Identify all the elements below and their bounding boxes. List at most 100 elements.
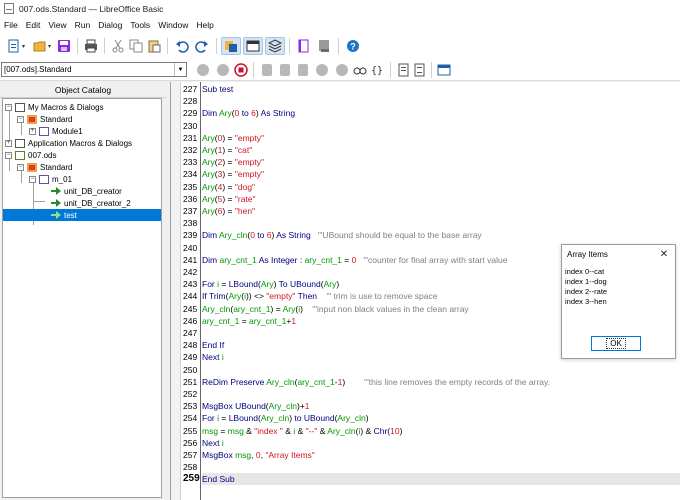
step-over-icon[interactable] [280, 63, 290, 76]
code-token: ary_cnt_1 [297, 376, 335, 387]
tree-item-unit-db-creator-2[interactable]: unit_DB_creator_2 [51, 197, 131, 209]
tree-expander[interactable]: − [5, 151, 12, 159]
code-token: ) & [360, 425, 374, 436]
code-token: Then [295, 291, 318, 302]
code-token: '"UBound should be equal to the base arr… [310, 230, 482, 241]
menu-file[interactable]: File [0, 20, 22, 30]
menu-dialog[interactable]: Dialog [94, 20, 126, 30]
code-line[interactable]: End If [202, 339, 224, 351]
library-select[interactable]: [007.ods].Standard ▼ [1, 62, 187, 77]
code-line[interactable]: ary_cnt_1 = ary_cnt_1+1 [202, 315, 296, 327]
tree-expander[interactable]: + [29, 127, 36, 135]
object-catalog-button[interactable] [221, 37, 241, 55]
menu-help[interactable]: Help [192, 20, 217, 30]
code-line[interactable]: msg = msg & "index " & i & "--" & Ary_cl… [202, 425, 402, 437]
select-module-button[interactable] [314, 37, 334, 55]
insert-dialog-button[interactable] [436, 61, 452, 79]
toolbar-separator [77, 38, 78, 54]
code-line[interactable]: Sub test [202, 83, 233, 95]
export-basic-button[interactable] [411, 61, 427, 79]
code-line[interactable]: For i = LBound(Ary) To UBound(Ary) [202, 278, 339, 290]
help-button[interactable]: ? [343, 37, 363, 55]
code-line[interactable]: Next i [202, 437, 224, 449]
enable-watch-button[interactable] [352, 61, 368, 79]
tree-item-unit-db-creator[interactable]: unit_DB_creator [51, 185, 122, 197]
breakpoint-gutter[interactable] [171, 82, 181, 500]
code-line[interactable]: Ary(5) = "rate" [202, 193, 256, 205]
open-button[interactable]: ▾ [29, 37, 55, 55]
macro-select-icon [298, 39, 309, 53]
object-catalog-icon [225, 41, 237, 52]
tree-expander[interactable]: + [5, 139, 12, 147]
line-number: 251 [183, 376, 198, 387]
code-line[interactable]: Ary(2) = "empty" [202, 156, 264, 168]
paste-button[interactable] [145, 37, 163, 55]
line-number: 227 [183, 84, 198, 94]
code-line[interactable]: Next i [202, 351, 224, 363]
menu-view[interactable]: View [44, 20, 70, 30]
tree-item-standard-doc[interactable]: − Standard [17, 161, 72, 173]
tree-item-test[interactable]: test [3, 209, 161, 221]
step-out-icon[interactable] [298, 63, 308, 76]
manage-breakpoints-icon[interactable] [336, 63, 348, 76]
code-line[interactable]: Dim ary_cnt_1 As Integer : ary_cnt_1 = 0… [202, 254, 507, 266]
stack-button[interactable] [265, 37, 285, 55]
menu-edit[interactable]: Edit [22, 20, 45, 30]
code-line[interactable]: Ary(4) = "dog" [202, 181, 255, 193]
import-basic-button[interactable] [395, 61, 411, 79]
watch-button[interactable] [243, 37, 263, 55]
code-line[interactable]: End Sub [202, 473, 680, 486]
stop-button[interactable] [233, 61, 249, 79]
tree-item-document[interactable]: − 007.ods [5, 149, 56, 161]
object-catalog-panel: Object Catalog − My Macros & Dialogs − S… [0, 82, 166, 500]
new-document-button[interactable]: ▾ [3, 37, 29, 55]
code-line[interactable]: ReDim Preserve Ary_cln(ary_cnt_1-1) '"th… [202, 376, 550, 388]
code-line[interactable]: Ary_cln(ary_cnt_1) = Ary(i) '"input non … [202, 303, 469, 315]
code-line[interactable]: Ary(1) = "cat" [202, 144, 252, 156]
code-line[interactable]: Ary(0) = "empty" [202, 132, 264, 144]
tree-item-label: Standard [40, 162, 73, 172]
tree-expander[interactable]: − [17, 115, 24, 123]
tree-expander[interactable]: − [17, 163, 24, 171]
compile-icon[interactable] [197, 63, 209, 76]
tree-item-label: 007.ods [28, 150, 57, 160]
tree-item-m01[interactable]: − m_01 [29, 173, 72, 185]
code-line[interactable]: Dim Ary_cln(0 to 6) As String '"UBound s… [202, 229, 482, 241]
save-button[interactable] [55, 37, 73, 55]
step-into-icon[interactable] [262, 63, 272, 76]
code-line[interactable]: MsgBox UBound(Ary_cln)+1 [202, 400, 310, 412]
code-line[interactable]: Ary(6) = "hen" [202, 205, 255, 217]
code-token: If [202, 291, 209, 302]
undo-button[interactable] [172, 37, 192, 55]
code-line[interactable]: For i = LBound(Ary_cln) to UBound(Ary_cl… [202, 412, 369, 424]
menu-window[interactable]: Window [154, 20, 192, 30]
copy-button[interactable] [127, 37, 145, 55]
menu-tools[interactable]: Tools [126, 20, 154, 30]
menu-run[interactable]: Run [71, 20, 95, 30]
breakpoint-icon[interactable] [316, 63, 328, 76]
toolbar-separator [338, 38, 339, 54]
code-token: End Sub [202, 474, 235, 485]
tree-item-standard-my[interactable]: − Standard [17, 113, 72, 125]
code-line[interactable]: Ary(3) = "empty" [202, 168, 264, 180]
code-line[interactable]: If Trim(Ary(i)) <> "empty" Then '" trim … [202, 290, 437, 302]
tree-expander[interactable]: − [29, 175, 36, 183]
select-macro-button[interactable] [294, 37, 314, 55]
run-icon[interactable] [217, 63, 229, 76]
find-parentheses-button[interactable]: {} [368, 61, 386, 79]
code-token: As Integer [256, 254, 298, 265]
tree-item-module1[interactable]: + Module1 [29, 125, 83, 137]
redo-button[interactable] [192, 37, 212, 55]
cut-button[interactable] [109, 37, 127, 55]
tree-item-my-macros[interactable]: − My Macros & Dialogs [5, 101, 104, 113]
toolbar-separator [390, 61, 391, 78]
tree-expander[interactable]: − [5, 103, 12, 111]
close-icon[interactable]: ✕ [657, 247, 671, 261]
code-line[interactable]: MsgBox msg, 0, "Array Items" [202, 449, 315, 461]
tree-item-application-macros[interactable]: + Application Macros & Dialogs [5, 137, 132, 149]
menu-bar: File Edit View Run Dialog Tools Window H… [0, 17, 680, 33]
ok-button[interactable]: OK [591, 336, 641, 351]
code-line[interactable]: Dim Ary(0 to 6) As String [202, 107, 295, 119]
print-button[interactable] [82, 37, 100, 55]
tree-item-label: Module1 [52, 126, 83, 136]
